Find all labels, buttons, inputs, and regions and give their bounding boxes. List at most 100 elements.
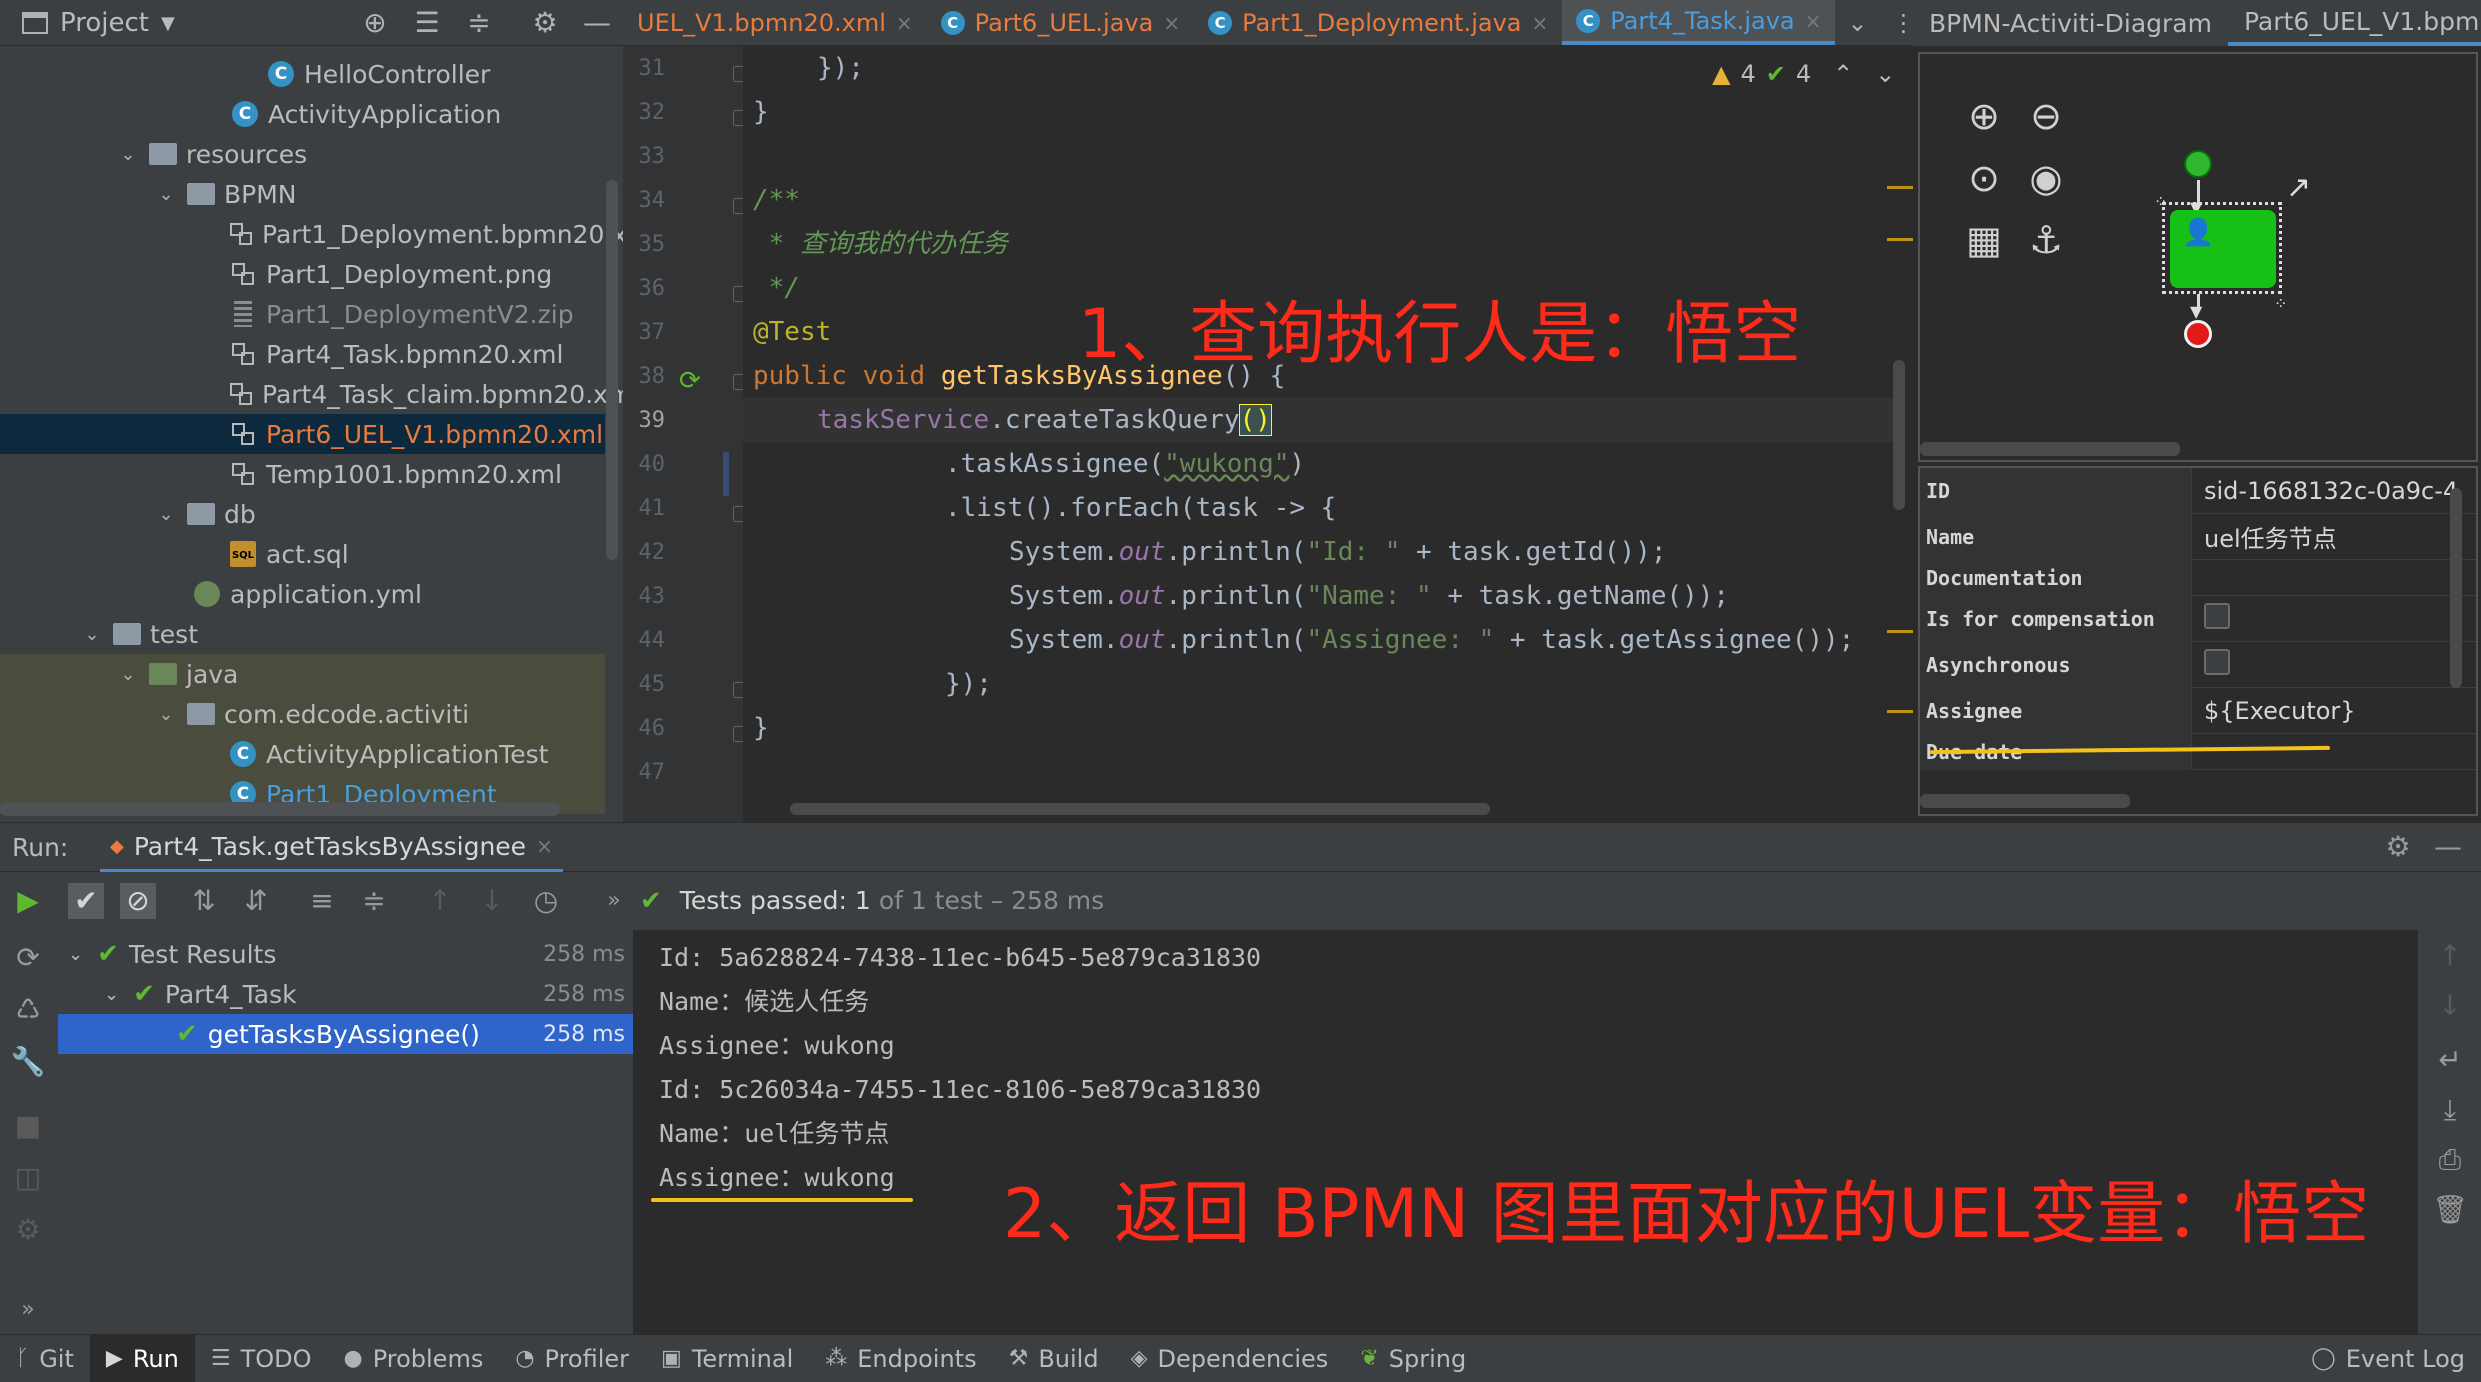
more-icon[interactable]: »	[10, 1292, 46, 1328]
dependencies-tool-button[interactable]: ◈ Dependencies	[1115, 1335, 1345, 1382]
center-icon[interactable]: ◉	[2022, 154, 2070, 202]
more-icon[interactable]: »	[596, 883, 632, 919]
editor-vscrollbar[interactable]	[1893, 360, 1905, 510]
gear-icon[interactable]: ⚙	[528, 6, 562, 40]
tab-part1-deployment[interactable]: C Part1_Deployment.java ×	[1194, 0, 1562, 45]
warning-mark[interactable]	[1887, 186, 1913, 189]
previous-failed-icon[interactable]: ↑	[422, 883, 458, 919]
gear-icon[interactable]: ⚙	[2380, 829, 2416, 865]
hide-icon[interactable]: —	[580, 6, 614, 40]
tree-item-resources[interactable]: ⌄ resources	[0, 134, 605, 174]
sort-duration-icon[interactable]: ⇵	[238, 883, 274, 919]
tab-part6-uel-bpmn[interactable]: Part6_UEL_V1.bpmn2	[2227, 0, 2481, 46]
tree-item[interactable]: Part1_Deployment.bpmn20.xml	[0, 214, 623, 254]
tree-item[interactable]: Part4_Task_claim.bpmn20.xml	[0, 374, 623, 414]
tree-item[interactable]: Temp1001.bpmn20.xml	[0, 454, 605, 494]
wrench-icon[interactable]: 🔧	[10, 1044, 46, 1080]
close-icon[interactable]: ×	[1805, 9, 1822, 33]
build-tool-button[interactable]: ⚒ Build	[993, 1335, 1115, 1382]
tree-item[interactable]: C ActivityApplication	[0, 94, 605, 134]
endpoints-tool-button[interactable]: ⁂ Endpoints	[809, 1335, 992, 1382]
show-passed-icon[interactable]: ✔	[68, 883, 104, 919]
chevron-down-icon[interactable]: ⌄	[1875, 60, 1895, 88]
expand-all-icon[interactable]: ☰	[410, 6, 444, 40]
project-view-selector[interactable]: Project ▼	[22, 8, 175, 38]
tree-item-selected[interactable]: Part6_UEL_V1.bpmn20.xml	[0, 414, 605, 454]
toggle-auto-test-icon[interactable]: ♺	[10, 992, 46, 1028]
show-ignored-icon[interactable]: ⊘	[120, 883, 156, 919]
property-name-value[interactable]: uel任务节点	[2192, 519, 2337, 554]
run-test-gutter-icon[interactable]: ⟳	[679, 366, 701, 396]
code-editor[interactable]: }); } /** * 查询我的代办任务 */ @Test public voi…	[743, 46, 1895, 822]
connect-arrow-icon[interactable]: ↗	[2286, 170, 2311, 205]
tab-bpmn-diagram[interactable]: BPMN-Activiti-Diagram	[1913, 9, 2228, 38]
rerun-icon[interactable]: ▶	[10, 883, 46, 919]
project-hscrollbar[interactable]	[0, 802, 560, 816]
warning-mark[interactable]	[1887, 238, 1913, 241]
close-icon[interactable]: ×	[1163, 11, 1180, 35]
spring-tool-button[interactable]: ❦ Spring	[1344, 1335, 1482, 1382]
close-icon[interactable]: ×	[536, 834, 553, 858]
chevron-up-icon[interactable]: ⌃	[1833, 60, 1853, 88]
tree-item-bpmn[interactable]: ⌄ BPMN	[0, 174, 605, 214]
grid-icon[interactable]: ▦	[1960, 216, 2008, 264]
tree-item-package[interactable]: ⌄ com.edcode.activiti	[0, 694, 605, 734]
resize-handle-icon[interactable]: ⁘	[2154, 192, 2167, 211]
tab-part4-task[interactable]: C Part4_Task.java ×	[1562, 0, 1836, 45]
tree-item[interactable]: SQL act.sql	[0, 534, 605, 574]
tree-item-java[interactable]: ⌄ java	[0, 654, 605, 694]
compensation-checkbox[interactable]	[2204, 602, 2230, 629]
zoom-fit-icon[interactable]: ⊙	[1960, 154, 2008, 202]
close-icon[interactable]: ×	[1531, 11, 1548, 35]
scroll-to-end-icon[interactable]: ⤓	[2432, 1092, 2468, 1128]
sort-alpha-icon[interactable]: ⇅	[186, 883, 222, 919]
editor-hscrollbar[interactable]	[790, 803, 1490, 815]
resize-handle-icon[interactable]: ⁘	[2274, 294, 2287, 313]
profiler-tool-button[interactable]: ◔ Profiler	[499, 1335, 645, 1382]
tree-item[interactable]: C HelloController	[0, 54, 605, 94]
tree-item[interactable]: Part1_DeploymentV2.zip	[0, 294, 605, 334]
inspection-widget[interactable]: ▲ 4 ✔ 4 ⌃ ⌄	[1712, 60, 1895, 88]
test-tree-method[interactable]: ✔ getTasksByAssignee() 258 ms	[58, 1014, 633, 1054]
run-tool-button[interactable]: ▶ Run	[89, 1334, 195, 1382]
close-icon[interactable]: ×	[896, 11, 913, 35]
next-failed-icon[interactable]: ↓	[474, 883, 510, 919]
tab-part6-uel[interactable]: C Part6_UEL.java ×	[927, 0, 1194, 45]
property-id-value[interactable]: sid-1668132c-0a9c-4	[2192, 477, 2458, 505]
test-tree-root[interactable]: ⌄ ✔ Test Results 258 ms	[58, 934, 633, 974]
camera-icon[interactable]: ◫	[10, 1160, 46, 1196]
todo-tool-button[interactable]: ☰ TODO	[195, 1335, 328, 1382]
asynchronous-checkbox[interactable]	[2204, 648, 2230, 675]
rerun-failed-icon[interactable]: ⟳	[10, 940, 46, 976]
collapse-all-icon[interactable]: ≑	[462, 6, 496, 40]
collapse-all-icon[interactable]: ≑	[356, 883, 392, 919]
props-vscrollbar[interactable]	[2450, 488, 2462, 688]
tree-item-db[interactable]: ⌄ db	[0, 494, 605, 534]
start-event-icon[interactable]	[2184, 150, 2212, 178]
terminal-tool-button[interactable]: ▣ Terminal	[645, 1335, 809, 1382]
end-event-icon[interactable]	[2184, 320, 2212, 348]
history-icon[interactable]: ◷	[528, 883, 564, 919]
print-icon[interactable]: ⎙	[2432, 1142, 2468, 1178]
soft-wrap-icon[interactable]: ↵	[2432, 1042, 2468, 1078]
git-tool-button[interactable]: ᚴ Git	[0, 1335, 90, 1382]
settings-icon[interactable]: ⚙	[10, 1212, 46, 1248]
tree-item-test[interactable]: ⌄ test	[0, 614, 605, 654]
hide-icon[interactable]: —	[2430, 829, 2466, 865]
down-arrow-icon[interactable]: ↓	[2432, 988, 2468, 1024]
console-output[interactable]: Id: 5a628824-7438-11ec-b645-5e879ca31830…	[633, 930, 2418, 1334]
run-config-tab[interactable]: ◆ Part4_Task.getTasksByAssignee ×	[100, 823, 563, 873]
tree-item[interactable]: application.yml	[0, 574, 605, 614]
tree-item[interactable]: Part1_Deployment.png	[0, 254, 605, 294]
anchor-icon[interactable]: ⚓	[2022, 216, 2070, 264]
stop-icon[interactable]: ■	[10, 1108, 46, 1144]
test-tree-class[interactable]: ⌄ ✔ Part4_Task 258 ms	[58, 974, 633, 1014]
event-log-button[interactable]: ◯ Event Log	[2295, 1335, 2481, 1382]
trash-icon[interactable]: 🗑	[2432, 1192, 2468, 1228]
project-scrollbar[interactable]	[606, 180, 618, 560]
zoom-in-icon[interactable]: ⊕	[1960, 92, 2008, 140]
locate-icon[interactable]: ⊕	[358, 6, 392, 40]
up-arrow-icon[interactable]: ↑	[2432, 938, 2468, 974]
tabs-overflow-chevron-icon[interactable]: ⌄	[1835, 0, 1879, 45]
tab-uel-v1-xml[interactable]: UEL_V1.bpmn20.xml ×	[623, 0, 927, 45]
